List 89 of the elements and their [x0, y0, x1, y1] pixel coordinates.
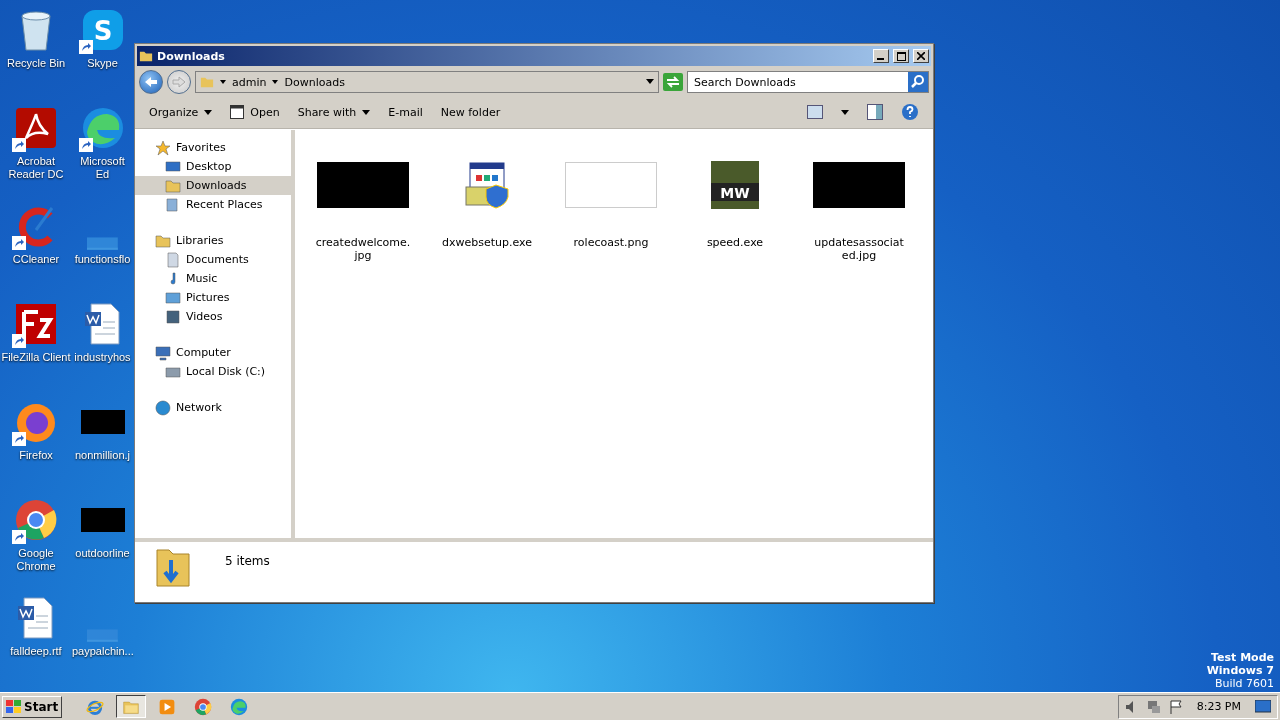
item-count: 5 items — [225, 553, 270, 568]
skype-icon: S — [80, 8, 125, 52]
taskbar-app[interactable] — [116, 695, 147, 718]
flag-icon[interactable] — [1168, 699, 1183, 714]
desktop-icon-label[interactable]: CCleaner — [12, 253, 60, 266]
toolbar-button[interactable]: E-mail — [388, 105, 423, 119]
dropdown-caret-icon[interactable] — [646, 79, 654, 85]
pdf-reader-icon — [14, 106, 58, 150]
caret-icon[interactable] — [841, 109, 849, 115]
forward-button[interactable] — [167, 70, 191, 94]
desktop-icon-label[interactable]: Skype — [87, 57, 118, 70]
desktop-icon-label[interactable]: Acrobat Reader DC — [0, 155, 72, 181]
desktop-icon-label[interactable]: industryhos — [74, 351, 131, 364]
os-notice-text: Build 7601 — [1214, 677, 1274, 690]
close-button[interactable] — [913, 49, 929, 63]
breadcrumb-item[interactable]: admin — [232, 75, 267, 89]
folder-icon — [155, 232, 171, 249]
file-name[interactable]: speed.exe — [687, 236, 783, 249]
search-field[interactable]: Search Downloads — [687, 71, 929, 93]
breadcrumb-item[interactable]: Downloads — [284, 75, 345, 89]
maximize-icon — [896, 51, 906, 61]
file-name[interactable]: updatesassociated.jpg — [811, 236, 907, 262]
forward-arrow-icon — [172, 76, 186, 88]
search-icon[interactable] — [908, 72, 928, 92]
nav-item[interactable]: Libraries — [135, 231, 291, 250]
os-notice-text: Windows 7 — [1206, 664, 1274, 677]
document-icon — [165, 251, 181, 268]
help-icon[interactable] — [901, 103, 919, 121]
game-logo-icon: MW — [711, 161, 759, 209]
desktop-icon-label[interactable]: outdoorline — [75, 547, 130, 560]
folder-icon — [165, 177, 181, 194]
search-input[interactable]: Search Downloads — [688, 75, 908, 89]
toolbar-button[interactable]: Organize — [149, 105, 213, 119]
windows-logo-icon — [6, 699, 22, 714]
file-name[interactable]: createdwelcome.jpg — [315, 236, 411, 262]
toolbar-button[interactable]: Open — [230, 105, 280, 119]
minimize-button[interactable] — [873, 49, 889, 63]
view-picture-icon[interactable] — [807, 105, 823, 119]
close-icon — [917, 52, 925, 60]
show-desktop-icon[interactable] — [1255, 699, 1271, 714]
nav-item[interactable]: Documents — [135, 250, 291, 269]
desktop-icon-label[interactable]: falldeep.rtf — [10, 645, 62, 658]
desktop-icon-label[interactable]: Microsoft Ed — [72, 155, 133, 181]
nav-item[interactable]: Desktop — [135, 157, 291, 176]
caret-icon[interactable] — [272, 79, 279, 85]
edge-icon — [80, 106, 125, 150]
chrome-icon — [194, 697, 213, 716]
network-icon[interactable] — [1146, 699, 1161, 714]
address-bar[interactable]: admin Downloads — [195, 71, 659, 93]
desktop-icon-label[interactable]: nonmillion.j — [75, 449, 130, 462]
installer-window-shield-icon — [462, 161, 512, 209]
nav-item[interactable]: Downloads — [135, 176, 291, 195]
chrome-icon — [14, 498, 58, 542]
nav-item[interactable]: Videos — [135, 307, 291, 326]
nav-item[interactable]: Favorites — [135, 138, 291, 157]
window-title: Downloads — [157, 49, 226, 63]
refresh-icon[interactable] — [663, 73, 683, 91]
maximize-button[interactable] — [893, 49, 909, 63]
back-arrow-icon — [144, 76, 158, 88]
nav-item[interactable]: Recent Places — [135, 195, 291, 214]
file-name[interactable]: rolecoast.png — [563, 236, 659, 249]
desktop-icon-label[interactable]: paypalchin... — [72, 645, 133, 658]
media-player-icon — [158, 697, 177, 716]
toolbar-button[interactable]: Share with — [297, 105, 371, 119]
window-icon — [230, 105, 245, 119]
os-notice-text: Test Mode — [1211, 651, 1274, 664]
nav-item[interactable]: Network — [135, 398, 291, 417]
nav-item[interactable]: Computer — [135, 343, 291, 362]
back-button[interactable] — [139, 70, 163, 94]
desktop-icon-label[interactable]: functionsflo — [74, 253, 131, 266]
desktop-icon-label[interactable]: FileZilla Client — [1, 351, 71, 364]
nav-item[interactable]: Pictures — [135, 288, 291, 307]
desktop-icon-label[interactable]: Google Chrome — [0, 547, 72, 573]
edge-icon — [230, 697, 249, 716]
nav-item[interactable]: Music — [135, 269, 291, 288]
desktop-icon-label[interactable]: Recycle Bin — [6, 57, 66, 70]
filezilla-icon — [14, 302, 58, 346]
start-button[interactable]: Start — [2, 695, 63, 718]
clock[interactable]: 8:23 PM — [1190, 700, 1247, 713]
file-name[interactable]: dxwebsetup.exe — [439, 236, 535, 249]
folder-icon — [139, 49, 153, 63]
nav-item[interactable]: Local Disk (C:) — [135, 362, 291, 381]
preview-pane-icon[interactable] — [867, 104, 883, 120]
folder-icon — [200, 75, 214, 89]
computer-icon — [155, 344, 171, 361]
desktop-icon-label[interactable]: Firefox — [19, 449, 53, 462]
caret-icon[interactable] — [220, 79, 226, 85]
star-icon — [155, 139, 171, 156]
toolbar-button[interactable]: New folder — [440, 105, 501, 119]
